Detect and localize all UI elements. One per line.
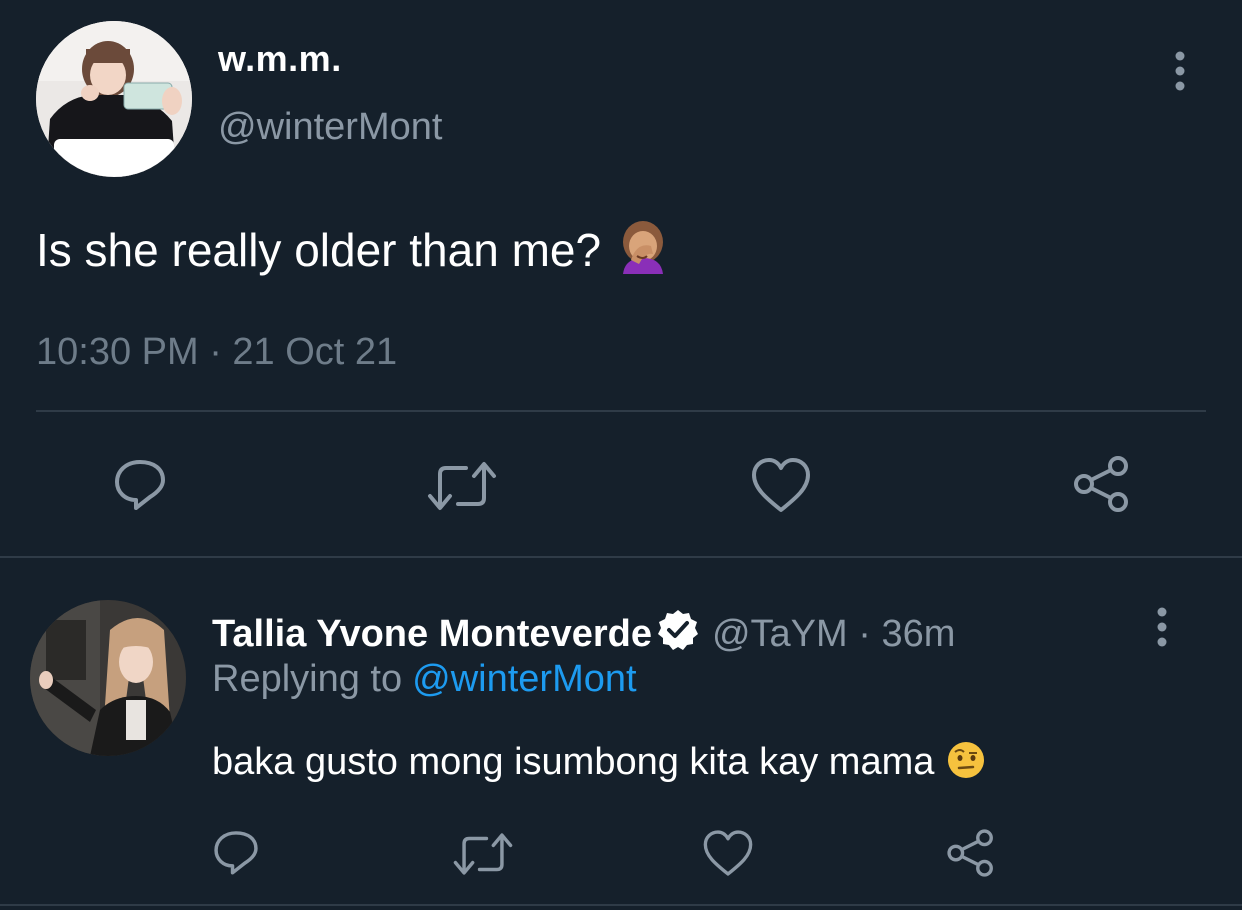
tweet-detail-screen: w.m.m. @winterMont Is she really older t…	[0, 0, 1242, 910]
reply-time[interactable]: 36m	[881, 613, 955, 655]
more-options-icon[interactable]	[1142, 606, 1182, 650]
reply-header: Tallia Yvone Monteverde @TaYM · 36m	[212, 608, 955, 662]
tweet-text-content: Is she really older than me?	[36, 224, 602, 276]
more-options-icon[interactable]	[1160, 50, 1200, 94]
reply-icon[interactable]	[110, 454, 170, 519]
retweet-icon[interactable]	[426, 456, 498, 521]
author-name[interactable]: w.m.m.	[218, 38, 342, 80]
share-icon[interactable]	[944, 826, 998, 885]
avatar-photo	[36, 21, 192, 177]
like-icon[interactable]	[750, 456, 812, 519]
author-avatar[interactable]	[36, 21, 192, 177]
replying-to-handle-link[interactable]: @winterMont	[412, 658, 636, 700]
divider	[36, 410, 1206, 412]
author-handle[interactable]: @winterMont	[218, 106, 442, 149]
replying-to: Replying to @winterMont	[212, 658, 637, 701]
avatar-photo	[30, 600, 186, 756]
reply-text: baka gusto mong isumbong kita kay mama	[212, 740, 986, 790]
divider	[0, 556, 1242, 558]
face-with-raised-eyebrow-emoji-icon	[946, 740, 986, 790]
divider	[0, 904, 1242, 906]
reply-text-content: baka gusto mong isumbong kita kay mama	[212, 741, 935, 783]
reply-author-handle[interactable]: @TaYM	[712, 613, 848, 655]
woman-facepalming-emoji-icon	[617, 220, 669, 285]
reply-author-name[interactable]: Tallia Yvone Monteverde	[212, 613, 652, 655]
main-tweet: w.m.m. @winterMont Is she really older t…	[0, 0, 1242, 556]
separator-dot: ·	[858, 613, 871, 655]
tweet-timestamp[interactable]: 10:30 PM · 21 Oct 21	[36, 331, 397, 374]
verified-badge-icon	[656, 608, 700, 662]
share-icon[interactable]	[1070, 452, 1134, 521]
reply-icon[interactable]	[210, 826, 262, 883]
retweet-icon[interactable]	[452, 828, 514, 885]
tweet-text: Is she really older than me?	[36, 220, 669, 285]
reply-author-avatar[interactable]	[30, 600, 186, 756]
replying-to-label: Replying to	[212, 658, 403, 700]
like-icon[interactable]	[702, 828, 754, 883]
